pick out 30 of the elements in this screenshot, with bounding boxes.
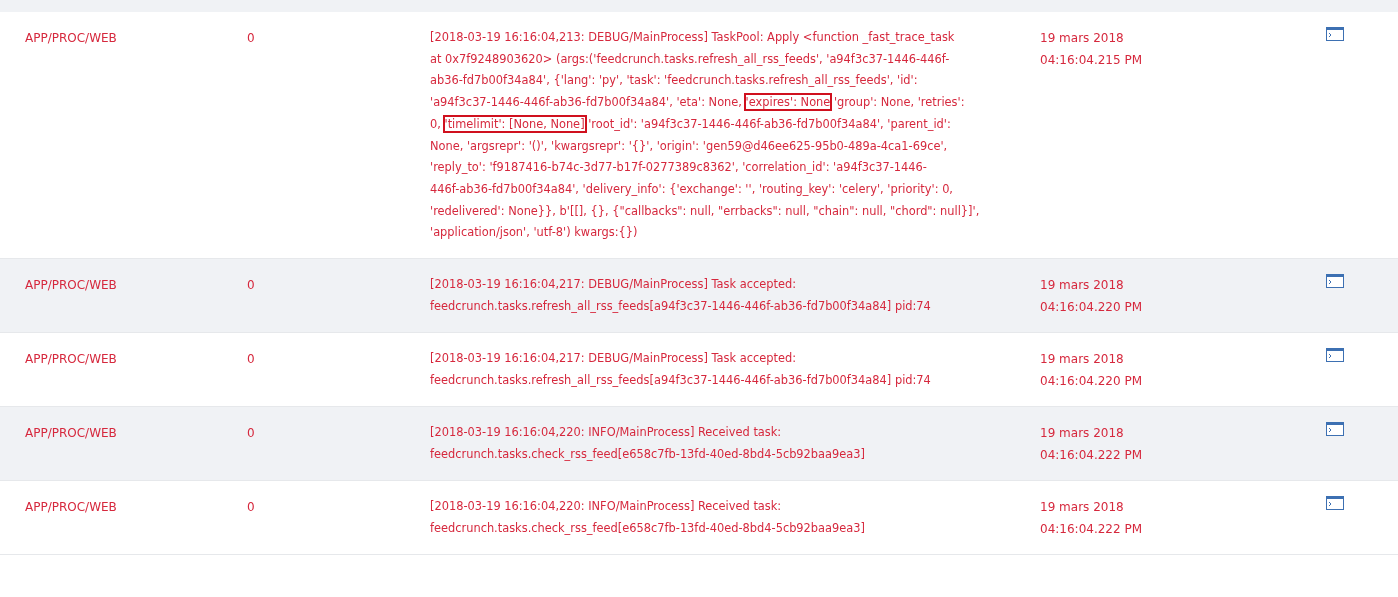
date-text: 19 mars 2018 <box>1040 277 1124 295</box>
time-text: 04:16:04.222 PM <box>1040 447 1143 465</box>
time-text: 04:16:04.222 PM <box>1040 521 1143 539</box>
terminal-icon[interactable] <box>1326 27 1344 41</box>
log-message: [2018-03-19 16:16:04,213: DEBUG/MainProcess] TaskPool: Apply <function _fast_trace_task at 0x7f9248903620> (args:('feedcrunch.tasks.refresh_all_rss_feeds', 'a94f3c37-1446-446f- ab36-fd7b00f34a84', {'lang': 'py', 'task': 'feedcrunch.tasks.refresh_all_rss_feeds', 'id': 'a94f3c37-1446-446f-ab36-fd7b00f34a84', 'eta': None, 'expires': None 'group': None, 'retries': 0, 'timelimit': [None, None] 'root_id': 'a94f3c37-1446-446f-ab36-fd7b00f34a84', 'parent_id': None, 'argsrepr': '()', 'kwargsrepr': '{}', 'origin': 'gen59@d46ee625-95b0-489a-4ca1-69ce', 'reply_to': 'f9187416-b74c-3d77-b17f-0277389c8362', 'correlation_id': 'a94f3c37-1446- 446f-ab36-fd7b00f34a84', 'delivery_info': {'exchange': '', 'routing_key': 'celery', 'priority': 0, 'redelivered': None}}, b'[[], {}, {"callbacks": null, "errbacks": null, "chain": null, "chord": null}]', 'application/json', 'utf-8') kwargs:{}) <box>430 29 980 242</box>
source-text: APP/PROC/WEB <box>24 277 117 295</box>
instance-text: 0 <box>247 351 256 369</box>
instance-text: 0 <box>247 30 256 47</box>
source-text: APP/PROC/WEB <box>24 425 117 443</box>
terminal-icon[interactable] <box>1326 348 1344 363</box>
log-message: [2018-03-19 16:16:04,220: INFO/MainProcess] Received task: feedcrunch.tasks.check_rss_feed[e658c7fb-13fd-40ed-8bd4-5cb92baa9ea3] <box>430 424 865 463</box>
date-text: 19 mars 2018 <box>1040 351 1124 369</box>
date-text: 19 mars 2018 <box>1040 30 1124 47</box>
source-text: APP/PROC/WEB <box>24 499 117 517</box>
log-message: [2018-03-19 16:16:04,220: INFO/MainProcess] Received task: feedcrunch.tasks.check_rss_feed[e658c7fb-13fd-40ed-8bd4-5cb92baa9ea3] <box>430 498 865 537</box>
terminal-icon[interactable] <box>1326 274 1344 289</box>
instance-text: 0 <box>247 425 256 443</box>
instance-text: 0 <box>247 277 256 295</box>
source-text: APP/PROC/WEB <box>24 30 117 47</box>
terminal-icon[interactable] <box>1326 496 1344 511</box>
log-message: [2018-03-19 16:16:04,217: DEBUG/MainProcess] Task accepted: feedcrunch.tasks.refresh_all_rss_feeds[a94f3c37-1446-446f-ab36-fd7b00f34a84] pid:74 <box>430 276 931 315</box>
time-text: 04:16:04.220 PM <box>1040 299 1143 317</box>
instance-text: 0 <box>247 499 256 517</box>
source-text: APP/PROC/WEB <box>24 351 117 369</box>
log-message: [2018-03-19 16:16:04,217: DEBUG/MainProcess] Task accepted: feedcrunch.tasks.refresh_all_rss_feeds[a94f3c37-1446-446f-ab36-fd7b00f34a84] pid:74 <box>430 350 931 389</box>
date-text: 19 mars 2018 <box>1040 499 1124 517</box>
time-text: 04:16:04.220 PM <box>1040 373 1143 391</box>
terminal-icon[interactable] <box>1326 422 1344 437</box>
time-text: 04:16:04.215 PM <box>1040 52 1143 69</box>
date-text: 19 mars 2018 <box>1040 425 1124 443</box>
